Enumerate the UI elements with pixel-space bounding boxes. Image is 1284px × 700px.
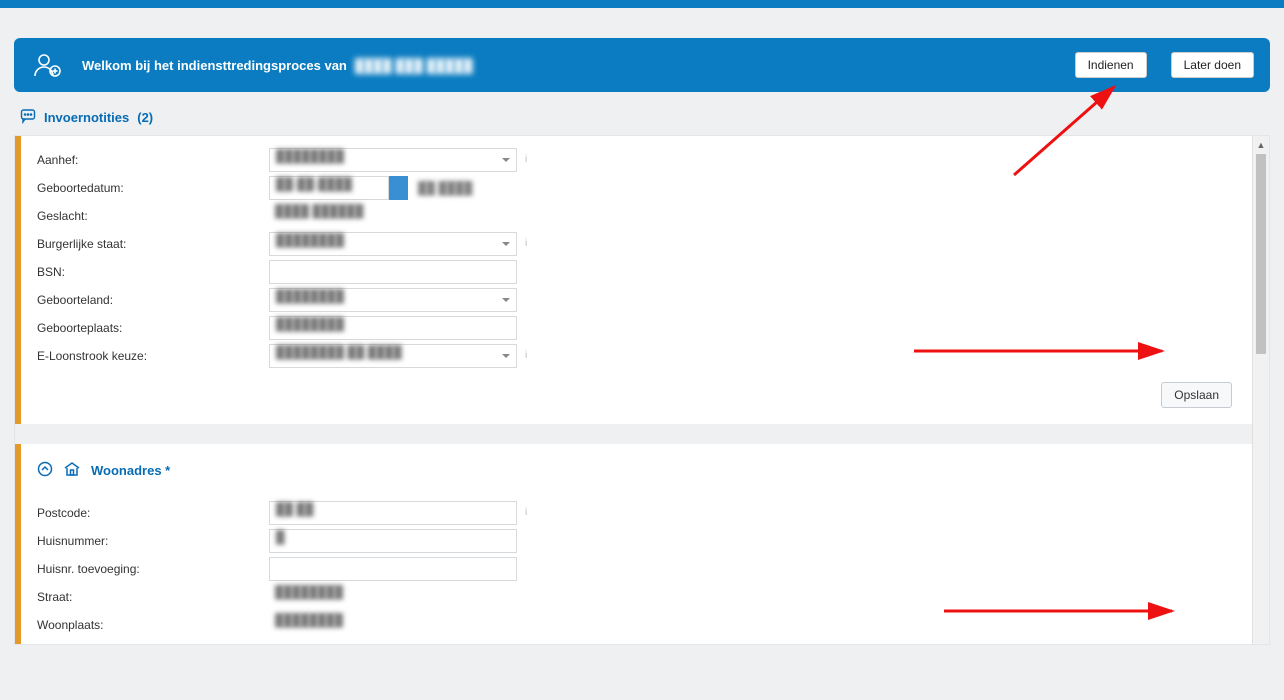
info-icon: i: [525, 507, 537, 519]
address-panel: Woonadres * Postcode: ██ ██ i Huisnummer…: [15, 444, 1252, 645]
geboorteplaats-input[interactable]: ████████: [269, 316, 517, 340]
huisnr-input[interactable]: █: [269, 529, 517, 553]
input-notes-link[interactable]: Invoernotities (2): [20, 108, 1270, 127]
geboortedatum-extra: ██ ████: [418, 181, 472, 195]
label-huisnr: Huisnummer:: [37, 534, 269, 548]
label-bsn: BSN:: [37, 265, 269, 279]
scroll-thumb[interactable]: [1256, 154, 1266, 354]
geboortedatum-input[interactable]: ██-██-████: [269, 176, 389, 200]
label-postcode: Postcode:: [37, 506, 269, 520]
eloonstrook-select[interactable]: ████████ ██ ████: [269, 344, 517, 368]
straat-value: ████████: [269, 585, 517, 609]
scroll-region: Aanhef: ████████ i Geboortedatum: ██-██-…: [14, 135, 1270, 645]
onboarding-banner: Welkom bij het indiensttredingsproces va…: [14, 38, 1270, 92]
aanhef-select[interactable]: ████████: [269, 148, 517, 172]
welcome-name-masked: ████ ███ █████: [353, 58, 475, 73]
address-panel-header[interactable]: Woonadres *: [37, 460, 1236, 481]
comment-icon: [20, 108, 36, 127]
label-straat: Straat:: [37, 590, 269, 604]
label-geboortedatum: Geboortedatum:: [37, 181, 269, 195]
later-button[interactable]: Later doen: [1171, 52, 1254, 78]
label-geboorteplaats: Geboorteplaats:: [37, 321, 269, 335]
content-area: Aanhef: ████████ i Geboortedatum: ██-██-…: [14, 135, 1270, 645]
woonplaats-value: ████████: [269, 613, 517, 637]
collapse-icon[interactable]: [37, 461, 53, 480]
label-burg-staat: Burgerlijke staat:: [37, 237, 269, 251]
submit-button[interactable]: Indienen: [1075, 52, 1147, 78]
label-aanhef: Aanhef:: [37, 153, 269, 167]
burg-staat-select[interactable]: ████████: [269, 232, 517, 256]
house-icon: [63, 460, 81, 481]
personal-data-panel: Aanhef: ████████ i Geboortedatum: ██-██-…: [15, 136, 1252, 424]
info-icon: i: [525, 238, 537, 250]
geboorteland-select[interactable]: ████████: [269, 288, 517, 312]
calendar-icon[interactable]: [388, 176, 408, 200]
welcome-text: Welkom bij het indiensttredingsproces va…: [82, 58, 1051, 73]
label-eloonstrook: E-Loonstrook keuze:: [37, 349, 269, 363]
postcode-input[interactable]: ██ ██: [269, 501, 517, 525]
label-woonplaats: Woonplaats:: [37, 618, 269, 632]
info-icon: i: [525, 154, 537, 166]
label-geslacht: Geslacht:: [37, 209, 269, 223]
huisnr-tv-input[interactable]: [269, 557, 517, 581]
info-icon: i: [525, 350, 537, 362]
input-notes-label: Invoernotities: [44, 110, 129, 125]
input-notes-count: (2): [137, 110, 153, 125]
scroll-up-icon[interactable]: ▲: [1253, 136, 1269, 153]
add-user-icon: [30, 48, 64, 82]
geslacht-value: ████ ██████: [269, 204, 517, 228]
address-title: Woonadres *: [91, 463, 170, 478]
vertical-scrollbar[interactable]: ▲: [1252, 136, 1269, 644]
page-container: Welkom bij het indiensttredingsproces va…: [0, 8, 1284, 700]
bsn-input[interactable]: [269, 260, 517, 284]
label-huisnr-tv: Huisnr. toevoeging:: [37, 562, 269, 576]
panel-gap: [15, 424, 1269, 444]
top-bar-strip: [0, 0, 1284, 8]
label-geboorteland: Geboorteland:: [37, 293, 269, 307]
save-personal-button[interactable]: Opslaan: [1161, 382, 1232, 408]
welcome-prefix: Welkom bij het indiensttredingsproces va…: [82, 58, 347, 73]
